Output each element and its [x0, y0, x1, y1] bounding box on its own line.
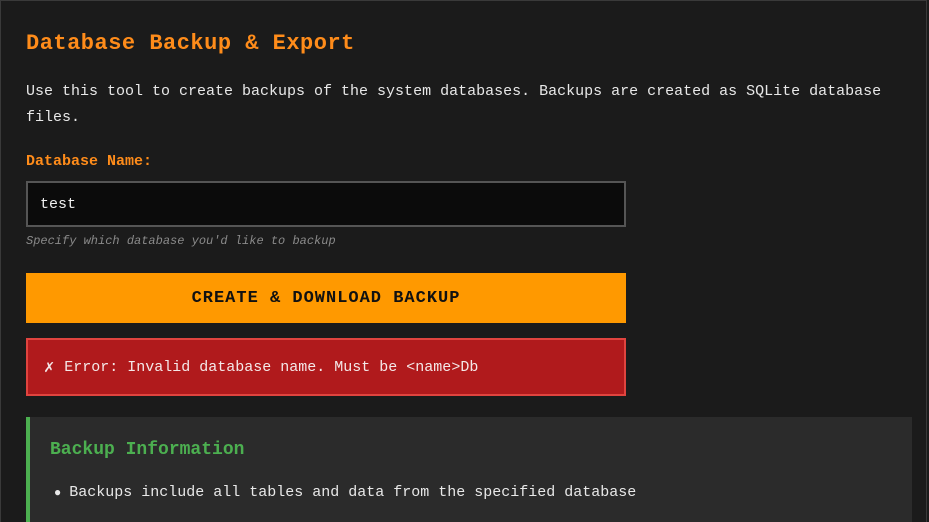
page-title: Database Backup & Export: [26, 31, 355, 56]
create-download-backup-button[interactable]: CREATE & DOWNLOAD BACKUP: [26, 273, 626, 323]
list-item: ● Backups include all tables and data fr…: [54, 480, 636, 506]
backup-info-title: Backup Information: [50, 440, 245, 460]
bullet-icon: ●: [54, 486, 62, 500]
error-alert: ✗ Error: Invalid database name. Must be …: [26, 338, 626, 396]
error-message: Error: Invalid database name. Must be <n…: [64, 358, 479, 376]
database-name-input[interactable]: [26, 181, 626, 227]
database-name-help: Specify which database you'd like to bac…: [26, 234, 336, 248]
backup-info-list: ● Backups include all tables and data fr…: [54, 480, 636, 510]
database-name-label: Database Name:: [26, 153, 153, 170]
page-description: Use this tool to create backups of the s…: [26, 83, 882, 126]
list-item-text: Backups include all tables and data from…: [69, 484, 637, 501]
error-x-icon: ✗: [44, 358, 55, 378]
backup-info-panel: Backup Information ● Backups include all…: [26, 417, 912, 522]
